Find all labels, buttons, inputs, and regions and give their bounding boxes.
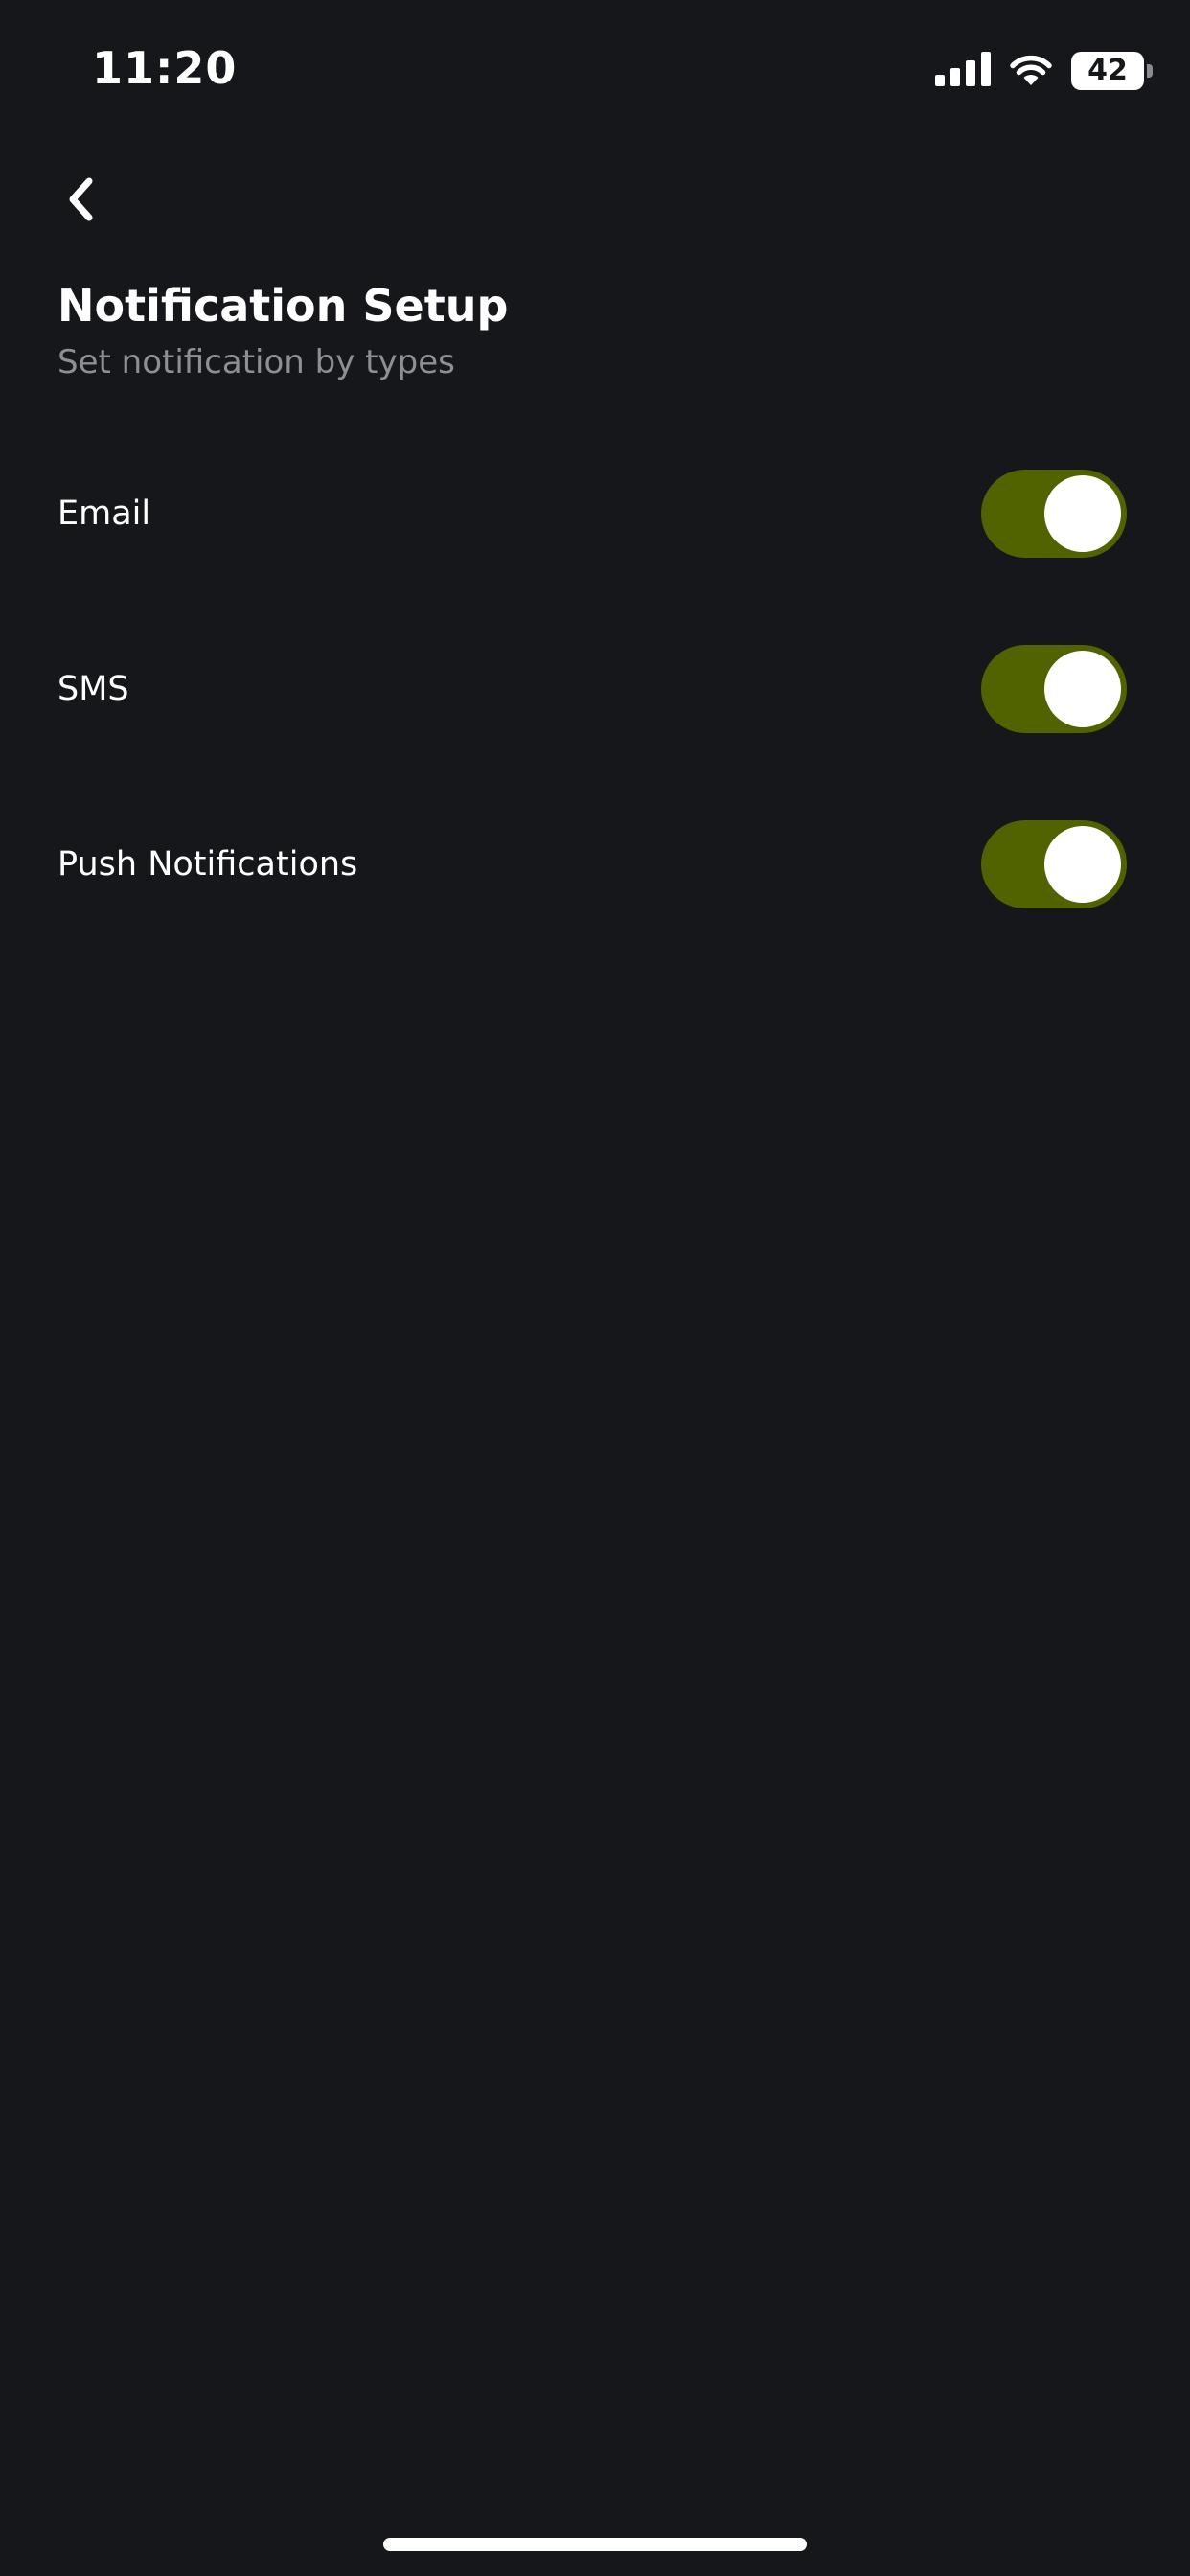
signal-icon [935,52,991,90]
push-notifications-toggle[interactable] [981,820,1127,908]
wifi-icon [1008,52,1054,90]
setting-label-push-notifications: Push Notifications [57,845,358,884]
sms-toggle[interactable] [981,645,1127,733]
toggle-knob [1044,651,1121,727]
battery-cap [1147,64,1153,78]
toggle-knob [1044,826,1121,903]
email-toggle[interactable] [981,470,1127,558]
status-bar: 11:20 42 [0,0,1190,134]
setting-row-sms: SMS [0,645,1190,733]
chevron-left-icon [64,175,97,227]
setting-row-push-notifications: Push Notifications [0,820,1190,908]
notification-settings-list: Email SMS Push Notifications [0,470,1190,996]
home-indicator[interactable] [383,2538,807,2551]
setting-row-email: Email [0,470,1190,558]
status-icons: 42 [935,50,1153,92]
battery-icon: 42 [1071,52,1153,90]
setting-label-sms: SMS [57,670,129,708]
back-button[interactable] [54,172,107,230]
page-subtitle: Set notification by types [57,343,455,381]
status-time: 11:20 [92,42,238,94]
page-title: Notification Setup [57,280,509,332]
toggle-knob [1044,475,1121,552]
battery-level: 42 [1087,54,1128,87]
setting-label-email: Email [57,494,151,533]
